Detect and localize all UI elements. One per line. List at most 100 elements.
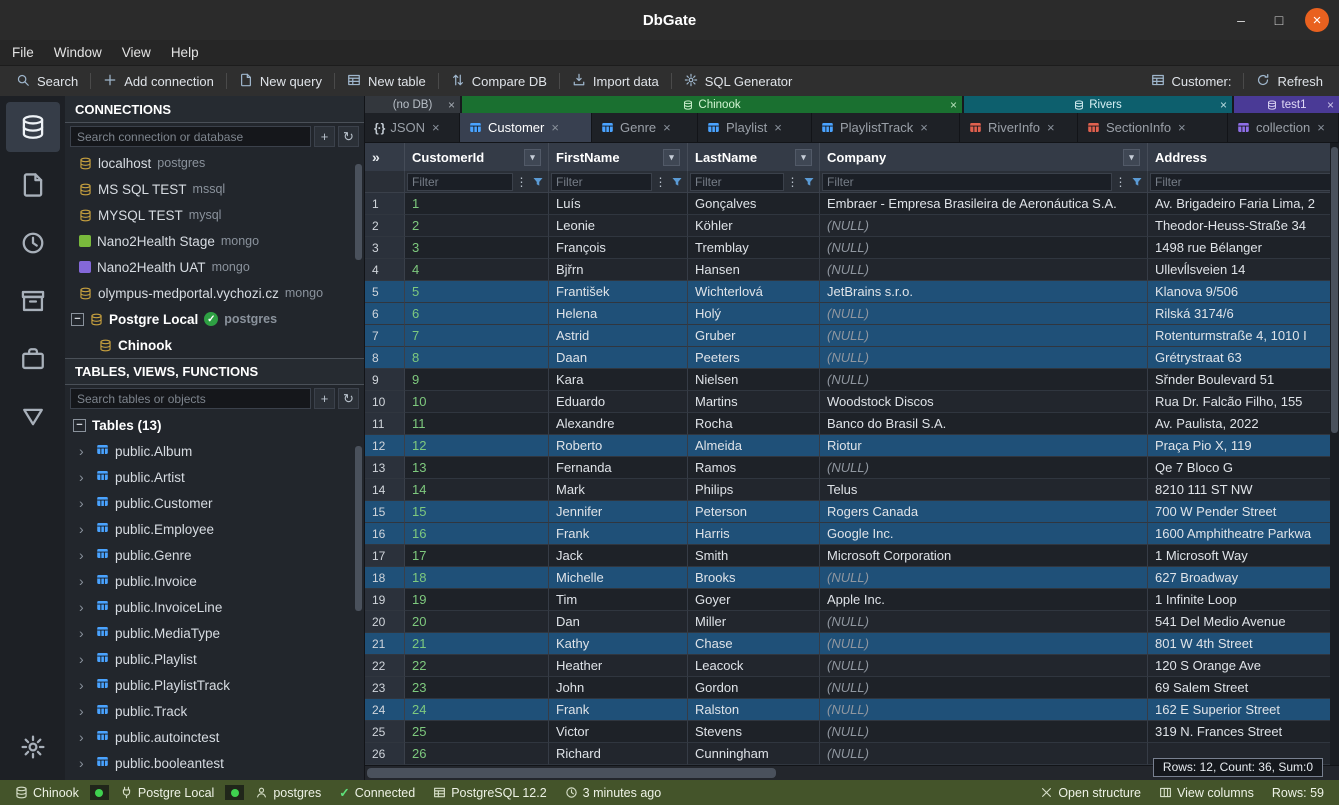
cell-company[interactable]: Google Inc. <box>820 523 1148 545</box>
activity-query-designer-icon[interactable] <box>6 392 60 442</box>
cell-firstname[interactable]: Jack <box>549 545 688 567</box>
activity-applications-icon[interactable] <box>6 334 60 384</box>
cell-company[interactable]: (NULL) <box>820 721 1148 743</box>
refresh-tables-button[interactable]: ↻ <box>338 388 359 409</box>
cell-address[interactable]: 319 N. Frances Street <box>1148 721 1339 743</box>
chevron-right-icon[interactable]: › <box>79 626 90 640</box>
cell-lastname[interactable]: Gruber <box>688 325 820 347</box>
cell-customerid[interactable]: 14 <box>405 479 549 501</box>
table-item-public-artist[interactable]: ›public.Artist <box>65 464 364 490</box>
cell-customerid[interactable]: 8 <box>405 347 549 369</box>
cell-company[interactable]: Banco do Brasil S.A. <box>820 413 1148 435</box>
tables-group-row[interactable]: − Tables (13) <box>65 412 364 438</box>
toolbar-button-refresh[interactable]: Refresh <box>1244 73 1335 90</box>
kebab-menu-icon[interactable]: ⋮ <box>515 175 528 189</box>
activity-connections-icon[interactable] <box>6 102 60 152</box>
row-number[interactable]: 7 <box>365 325 405 347</box>
table-item-public-track[interactable]: ›public.Track <box>65 698 364 724</box>
toolbar-button-import-data[interactable]: Import data <box>560 66 671 96</box>
chevron-right-icon[interactable]: › <box>79 652 90 666</box>
cell-lastname[interactable]: Brooks <box>688 567 820 589</box>
close-icon[interactable]: × <box>920 120 928 135</box>
cell-address[interactable]: 120 S Orange Ave <box>1148 655 1339 677</box>
cell-lastname[interactable]: Köhler <box>688 215 820 237</box>
toolbar-button-new-query[interactable]: New query <box>227 66 334 96</box>
cell-lastname[interactable]: Philips <box>688 479 820 501</box>
cell-address[interactable]: 801 W 4th Street <box>1148 633 1339 655</box>
cell-customerid[interactable]: 18 <box>405 567 549 589</box>
cell-customerid[interactable]: 4 <box>405 259 549 281</box>
close-icon[interactable]: × <box>448 98 455 112</box>
cell-firstname[interactable]: Daan <box>549 347 688 369</box>
cell-customerid[interactable]: 7 <box>405 325 549 347</box>
tab-sectioninfo[interactable]: SectionInfo× <box>1078 113 1228 142</box>
toolbar-button-search[interactable]: Search <box>4 66 90 96</box>
cell-address[interactable]: Klanova 9/506 <box>1148 281 1339 303</box>
cell-lastname[interactable]: Ramos <box>688 457 820 479</box>
filter-input-lastname[interactable] <box>690 173 784 191</box>
cell-customerid[interactable]: 3 <box>405 237 549 259</box>
activity-files-icon[interactable] <box>6 160 60 210</box>
close-icon[interactable]: × <box>1327 98 1334 112</box>
menu-item-help[interactable]: Help <box>171 45 199 60</box>
cell-firstname[interactable]: Eduardo <box>549 391 688 413</box>
cell-address[interactable]: Rua Dr. Falcão Filho, 155 <box>1148 391 1339 413</box>
cell-customerid[interactable]: 1 <box>405 193 549 215</box>
menu-item-file[interactable]: File <box>12 45 34 60</box>
cell-lastname[interactable]: Harris <box>688 523 820 545</box>
row-number[interactable]: 6 <box>365 303 405 325</box>
cell-lastname[interactable]: Peeters <box>688 347 820 369</box>
table-item-public-booleantest[interactable]: ›public.booleantest <box>65 750 364 776</box>
grid-expand-all-button[interactable]: » <box>365 143 405 171</box>
connection-item-mysql-test[interactable]: MYSQL TESTmysql <box>65 202 364 228</box>
row-number[interactable]: 18 <box>365 567 405 589</box>
row-number[interactable]: 12 <box>365 435 405 457</box>
cell-lastname[interactable]: Gordon <box>688 677 820 699</box>
horizontal-scrollbar-thumb[interactable] <box>367 768 776 778</box>
connection-item-chinook[interactable]: Chinook <box>65 332 364 358</box>
cell-address[interactable]: 1 Microsoft Way <box>1148 545 1339 567</box>
cell-company[interactable]: (NULL) <box>820 655 1148 677</box>
chevron-right-icon[interactable]: › <box>79 496 90 510</box>
close-icon[interactable]: × <box>774 120 782 135</box>
close-icon[interactable]: × <box>1317 120 1325 135</box>
filter-funnel-icon[interactable] <box>530 176 546 188</box>
toolbar-button-customer[interactable]: Customer: <box>1139 73 1244 90</box>
collapse-icon[interactable]: − <box>73 419 86 432</box>
cell-lastname[interactable]: Hansen <box>688 259 820 281</box>
filter-funnel-icon[interactable] <box>801 176 817 188</box>
cell-company[interactable]: (NULL) <box>820 633 1148 655</box>
connections-scrollbar-thumb[interactable] <box>355 164 362 260</box>
close-icon[interactable]: × <box>551 120 559 135</box>
vertical-scrollbar-thumb[interactable] <box>1331 147 1338 433</box>
chevron-right-icon[interactable]: › <box>79 548 90 562</box>
cell-firstname[interactable]: Roberto <box>549 435 688 457</box>
table-item-public-genre[interactable]: ›public.Genre <box>65 542 364 568</box>
cell-customerid[interactable]: 10 <box>405 391 549 413</box>
cell-firstname[interactable]: John <box>549 677 688 699</box>
db-group-strip-chinook[interactable]: Chinook× <box>462 96 962 113</box>
cell-address[interactable]: Praça Pio X, 119 <box>1148 435 1339 457</box>
cell-company[interactable]: (NULL) <box>820 347 1148 369</box>
cell-lastname[interactable]: Goyer <box>688 589 820 611</box>
cell-firstname[interactable]: Heather <box>549 655 688 677</box>
chevron-right-icon[interactable]: › <box>79 704 90 718</box>
tables-search-input[interactable] <box>70 388 311 409</box>
cell-firstname[interactable]: Helena <box>549 303 688 325</box>
row-number[interactable]: 25 <box>365 721 405 743</box>
cell-lastname[interactable]: Smith <box>688 545 820 567</box>
close-icon[interactable]: × <box>1220 98 1227 112</box>
cell-customerid[interactable]: 17 <box>405 545 549 567</box>
cell-firstname[interactable]: Victor <box>549 721 688 743</box>
table-item-public-autoinctest[interactable]: ›public.autoinctest <box>65 724 364 750</box>
cell-company[interactable]: (NULL) <box>820 259 1148 281</box>
close-icon[interactable]: × <box>1178 120 1186 135</box>
menu-item-window[interactable]: Window <box>54 45 102 60</box>
toolbar-button-add-connection[interactable]: Add connection <box>91 66 226 96</box>
cell-address[interactable]: 69 Salem Street <box>1148 677 1339 699</box>
cell-company[interactable]: (NULL) <box>820 237 1148 259</box>
vertical-scrollbar[interactable] <box>1330 143 1339 765</box>
row-number[interactable]: 4 <box>365 259 405 281</box>
cell-address[interactable]: Av. Brigadeiro Faria Lima, 2 <box>1148 193 1339 215</box>
cell-company[interactable]: Woodstock Discos <box>820 391 1148 413</box>
